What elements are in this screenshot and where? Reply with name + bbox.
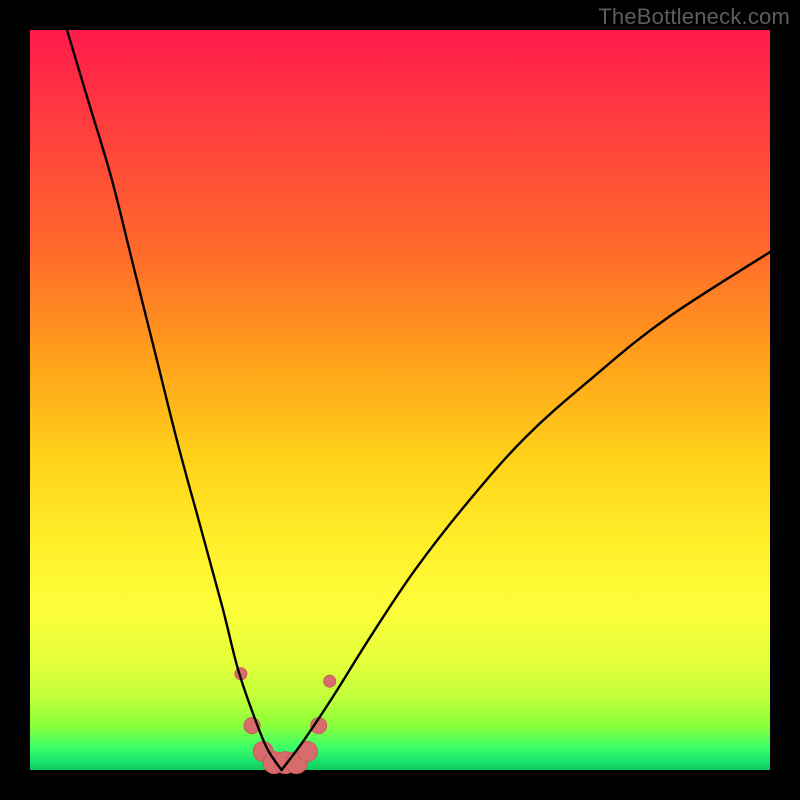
watermark-text: TheBottleneck.com <box>598 4 790 30</box>
plot-area <box>30 30 770 770</box>
marker-dot <box>324 675 336 687</box>
chart-frame: TheBottleneck.com <box>0 0 800 800</box>
curve-layer <box>30 30 770 770</box>
marker-group <box>235 668 336 774</box>
curve-right-branch <box>282 252 770 770</box>
curve-left-branch <box>67 30 282 770</box>
